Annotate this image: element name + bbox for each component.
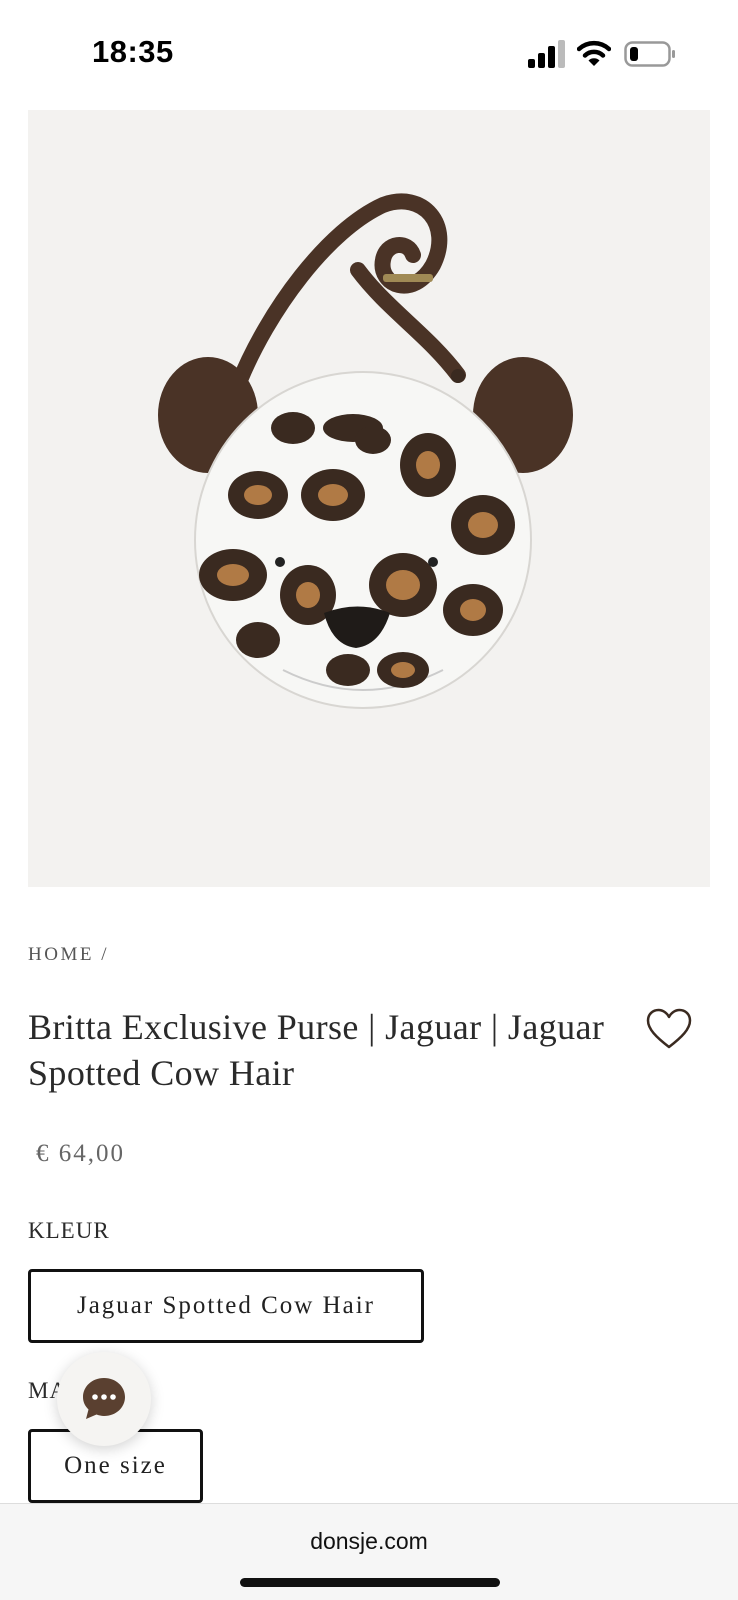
status-bar: 18:35 — [0, 0, 738, 100]
color-option-button[interactable]: Jaguar Spotted Cow Hair — [28, 1269, 424, 1343]
chat-bubble-icon — [83, 1378, 125, 1419]
cellular-signal-icon — [528, 40, 565, 68]
product-title: Britta Exclusive Purse | Jaguar | Jaguar… — [28, 1007, 605, 1093]
product-image[interactable] — [28, 110, 710, 887]
breadcrumb-home-link[interactable]: HOME / — [28, 944, 109, 965]
chat-button[interactable] — [57, 1352, 151, 1446]
url-text[interactable]: donsje.com — [0, 1528, 738, 1555]
wishlist-button[interactable] — [646, 1008, 692, 1050]
home-indicator — [240, 1578, 500, 1587]
leopard-face-purse-image — [158, 193, 573, 709]
browser-address-bar[interactable]: donsje.com — [0, 1503, 738, 1600]
battery-low-icon — [624, 41, 675, 67]
breadcrumb: HOME / — [28, 944, 109, 966]
color-option-label: KLEUR — [28, 1218, 110, 1243]
product-price: € 64,00 — [36, 1140, 125, 1167]
status-time: 18:35 — [92, 34, 174, 69]
wifi-icon — [577, 40, 611, 66]
heart-outline-icon — [646, 1008, 692, 1049]
